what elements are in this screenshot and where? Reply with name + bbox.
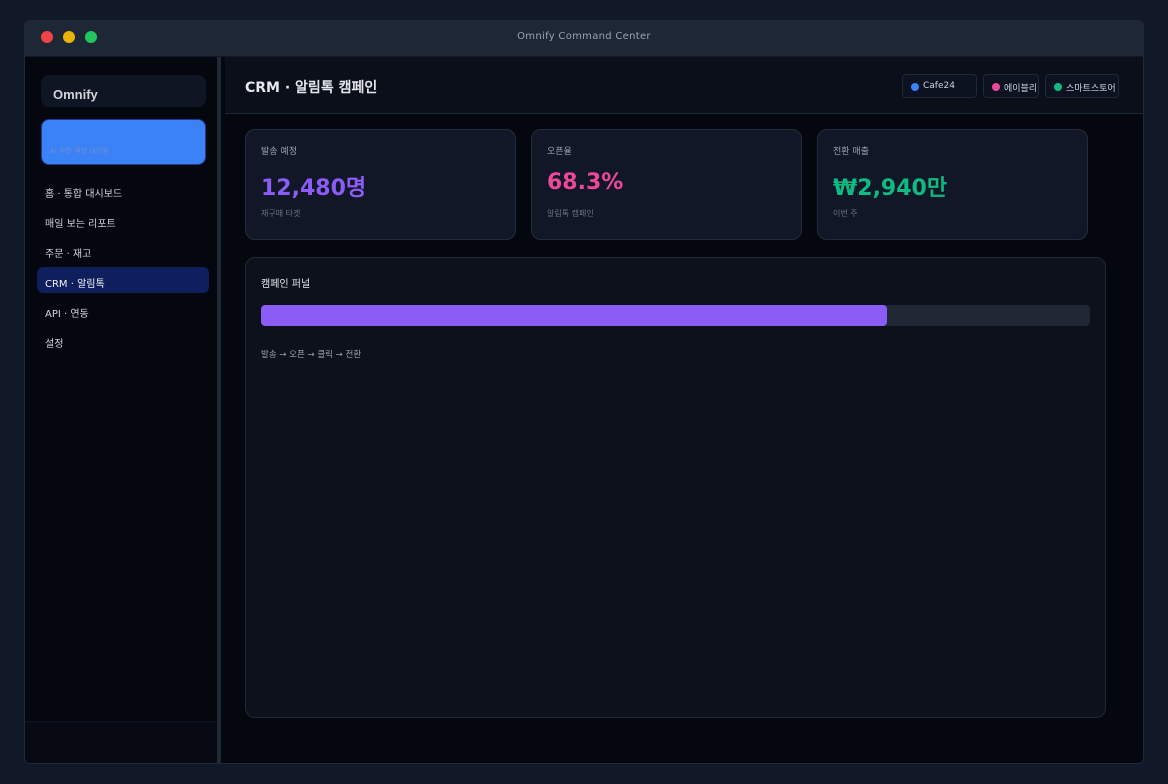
kpi-value: 12,480명	[261, 176, 367, 201]
sidebar-item-daily-report[interactable]: 매일 보는 리포트	[37, 207, 209, 233]
funnel-caption: 발송 → 오픈 → 클릭 → 전환	[261, 350, 362, 360]
kpi-subtext: 알림톡 캠페인	[547, 209, 594, 218]
status-dot-icon	[992, 83, 1000, 91]
status-dot-icon	[1054, 83, 1062, 91]
campaign-funnel-panel: 캠페인 퍼널 발송 → 오픈 → 클릭 → 전환	[245, 257, 1106, 718]
sidebar-highlight-card[interactable]: AI 추천 액션 대기중	[41, 119, 206, 165]
sidebar: Omnify AI 추천 액션 대기중 홈 · 통합 대시보드 매일 보는 리포…	[25, 57, 221, 763]
main-content: CRM · 알림톡 캠페인 Cafe24 에이블리 스마트스토어 발송 예정 1…	[225, 57, 1143, 763]
kpi-value: 68.3%	[547, 170, 624, 195]
kpi-label: 발송 예정	[261, 147, 297, 157]
funnel-progress-bar	[261, 305, 1090, 326]
sidebar-item-crm[interactable]: CRM · 알림톡	[37, 267, 209, 293]
channel-chip-label: 스마트스토어	[1066, 84, 1116, 94]
title-bar: Omnify Command Center	[25, 21, 1143, 57]
kpi-card-conversion-revenue: 전환 매출 ₩2,940만 이번 주	[817, 129, 1088, 240]
funnel-progress-fill	[261, 305, 887, 326]
channel-chip-label: 에이블리	[1004, 84, 1038, 94]
window-title: Omnify Command Center	[517, 31, 651, 42]
kpi-label: 전환 매출	[833, 147, 869, 157]
channel-chip-ably[interactable]: 에이블리	[983, 74, 1039, 98]
kpi-value: ₩2,940만	[833, 176, 948, 201]
sidebar-item-orders-inventory[interactable]: 주문 · 재고	[37, 237, 209, 263]
page-title: CRM · 알림톡 캠페인	[245, 80, 378, 96]
sidebar-item-api[interactable]: API · 연동	[37, 297, 209, 323]
app-window: Omnify Command Center Omnify AI 추천 액션 대기…	[24, 20, 1144, 764]
kpi-subtext: 이번 주	[833, 209, 858, 218]
channel-chip-label: Cafe24	[923, 81, 955, 91]
brand-logo[interactable]: Omnify	[41, 75, 206, 107]
sidebar-item-settings[interactable]: 설정	[37, 327, 209, 353]
kpi-subtext: 재구매 타겟	[261, 209, 301, 218]
sidebar-item-home[interactable]: 홈 · 통합 대시보드	[37, 177, 209, 203]
status-dot-icon	[911, 83, 919, 91]
channel-chip-smartstore[interactable]: 스마트스토어	[1045, 74, 1119, 98]
main-header: CRM · 알림톡 캠페인 Cafe24 에이블리 스마트스토어	[225, 57, 1143, 114]
panel-title: 캠페인 퍼널	[261, 279, 311, 290]
kpi-label: 오픈율	[547, 147, 572, 157]
kpi-card-send-scheduled: 발송 예정 12,480명 재구매 타겟	[245, 129, 516, 240]
channel-chip-cafe24[interactable]: Cafe24	[902, 74, 977, 98]
sidebar-footer	[25, 721, 217, 763]
kpi-card-open-rate: 오픈율 68.3% 알림톡 캠페인	[531, 129, 802, 240]
